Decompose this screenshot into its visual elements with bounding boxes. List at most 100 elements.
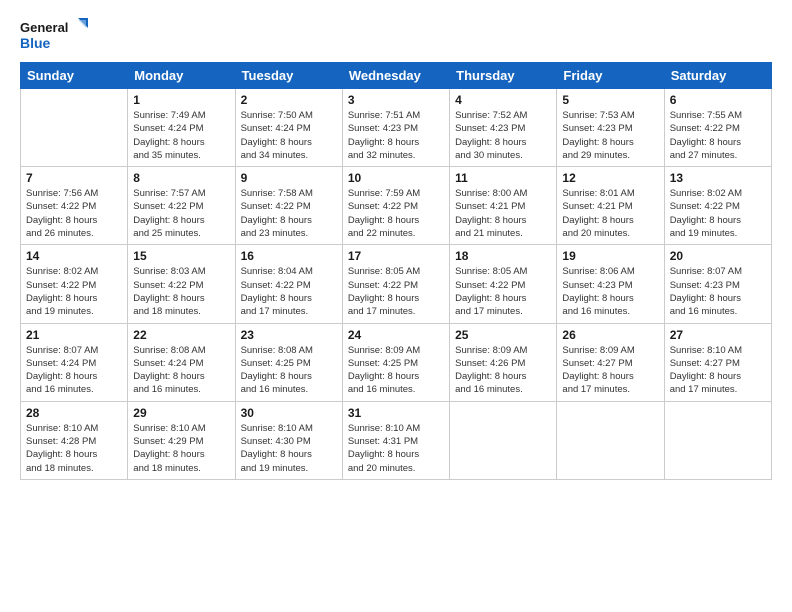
day-number: 13 — [670, 171, 766, 185]
day-number: 18 — [455, 249, 551, 263]
cell-content: Sunrise: 8:01 AM Sunset: 4:21 PM Dayligh… — [562, 187, 658, 240]
cell-content: Sunrise: 8:10 AM Sunset: 4:27 PM Dayligh… — [670, 344, 766, 397]
cell-content: Sunrise: 8:10 AM Sunset: 4:29 PM Dayligh… — [133, 422, 229, 475]
calendar-cell: 7 Sunrise: 7:56 AM Sunset: 4:22 PM Daylig… — [21, 167, 128, 245]
calendar-cell: 31 Sunrise: 8:10 AM Sunset: 4:31 PM Dayli… — [342, 401, 449, 479]
cell-content: Sunrise: 7:58 AM Sunset: 4:22 PM Dayligh… — [241, 187, 337, 240]
day-header-monday: Monday — [128, 63, 235, 89]
day-number: 9 — [241, 171, 337, 185]
calendar-week-4: 21 Sunrise: 8:07 AM Sunset: 4:24 PM Dayli… — [21, 323, 772, 401]
calendar-cell: 18 Sunrise: 8:05 AM Sunset: 4:22 PM Dayli… — [450, 245, 557, 323]
day-header-sunday: Sunday — [21, 63, 128, 89]
cell-content: Sunrise: 7:53 AM Sunset: 4:23 PM Dayligh… — [562, 109, 658, 162]
cell-content: Sunrise: 8:06 AM Sunset: 4:23 PM Dayligh… — [562, 265, 658, 318]
cell-content: Sunrise: 8:10 AM Sunset: 4:31 PM Dayligh… — [348, 422, 444, 475]
calendar-cell: 13 Sunrise: 8:02 AM Sunset: 4:22 PM Dayli… — [664, 167, 771, 245]
cell-content: Sunrise: 8:09 AM Sunset: 4:26 PM Dayligh… — [455, 344, 551, 397]
cell-content: Sunrise: 7:49 AM Sunset: 4:24 PM Dayligh… — [133, 109, 229, 162]
logo-svg: General Blue — [20, 16, 90, 54]
calendar-table: SundayMondayTuesdayWednesdayThursdayFrid… — [20, 62, 772, 480]
calendar-cell — [21, 89, 128, 167]
calendar-cell: 25 Sunrise: 8:09 AM Sunset: 4:26 PM Dayli… — [450, 323, 557, 401]
day-number: 8 — [133, 171, 229, 185]
header: General Blue — [20, 16, 772, 54]
calendar-cell: 17 Sunrise: 8:05 AM Sunset: 4:22 PM Dayli… — [342, 245, 449, 323]
calendar-cell: 22 Sunrise: 8:08 AM Sunset: 4:24 PM Dayli… — [128, 323, 235, 401]
calendar-cell: 24Sunrise: 8:09 AM Sunset: 4:25 PM Dayli… — [342, 323, 449, 401]
day-number: 6 — [670, 93, 766, 107]
cell-content: Sunrise: 7:57 AM Sunset: 4:22 PM Dayligh… — [133, 187, 229, 240]
cell-content: Sunrise: 8:00 AM Sunset: 4:21 PM Dayligh… — [455, 187, 551, 240]
calendar-cell: 20Sunrise: 8:07 AM Sunset: 4:23 PM Dayli… — [664, 245, 771, 323]
calendar-cell: 5 Sunrise: 7:53 AM Sunset: 4:23 PM Daylig… — [557, 89, 664, 167]
day-number: 7 — [26, 171, 122, 185]
day-number: 25 — [455, 328, 551, 342]
calendar-cell: 26Sunrise: 8:09 AM Sunset: 4:27 PM Dayli… — [557, 323, 664, 401]
cell-content: Sunrise: 8:08 AM Sunset: 4:24 PM Dayligh… — [133, 344, 229, 397]
day-header-tuesday: Tuesday — [235, 63, 342, 89]
day-number: 27 — [670, 328, 766, 342]
cell-content: Sunrise: 8:03 AM Sunset: 4:22 PM Dayligh… — [133, 265, 229, 318]
cell-content: Sunrise: 7:51 AM Sunset: 4:23 PM Dayligh… — [348, 109, 444, 162]
day-number: 4 — [455, 93, 551, 107]
calendar-cell: 8 Sunrise: 7:57 AM Sunset: 4:22 PM Daylig… — [128, 167, 235, 245]
svg-text:Blue: Blue — [20, 35, 51, 51]
calendar-cell: 14 Sunrise: 8:02 AM Sunset: 4:22 PM Dayli… — [21, 245, 128, 323]
cell-content: Sunrise: 8:09 AM Sunset: 4:27 PM Dayligh… — [562, 344, 658, 397]
cell-content: Sunrise: 7:55 AM Sunset: 4:22 PM Dayligh… — [670, 109, 766, 162]
calendar-cell: 2 Sunrise: 7:50 AM Sunset: 4:24 PM Daylig… — [235, 89, 342, 167]
day-number: 20 — [670, 249, 766, 263]
logo: General Blue — [20, 16, 90, 54]
day-number: 17 — [348, 249, 444, 263]
cell-content: Sunrise: 8:02 AM Sunset: 4:22 PM Dayligh… — [26, 265, 122, 318]
calendar-cell: 10 Sunrise: 7:59 AM Sunset: 4:22 PM Dayli… — [342, 167, 449, 245]
day-number: 24 — [348, 328, 444, 342]
calendar-cell: 19Sunrise: 8:06 AM Sunset: 4:23 PM Dayli… — [557, 245, 664, 323]
day-number: 2 — [241, 93, 337, 107]
day-number: 5 — [562, 93, 658, 107]
cell-content: Sunrise: 8:08 AM Sunset: 4:25 PM Dayligh… — [241, 344, 337, 397]
day-header-saturday: Saturday — [664, 63, 771, 89]
calendar-cell — [450, 401, 557, 479]
day-number: 14 — [26, 249, 122, 263]
calendar-cell: 3 Sunrise: 7:51 AM Sunset: 4:23 PM Daylig… — [342, 89, 449, 167]
calendar-cell: 30 Sunrise: 8:10 AM Sunset: 4:30 PM Dayli… — [235, 401, 342, 479]
calendar-week-3: 14 Sunrise: 8:02 AM Sunset: 4:22 PM Dayli… — [21, 245, 772, 323]
calendar-cell: 1 Sunrise: 7:49 AM Sunset: 4:24 PM Daylig… — [128, 89, 235, 167]
cell-content: Sunrise: 8:02 AM Sunset: 4:22 PM Dayligh… — [670, 187, 766, 240]
calendar-cell: 6 Sunrise: 7:55 AM Sunset: 4:22 PM Daylig… — [664, 89, 771, 167]
cell-content: Sunrise: 8:05 AM Sunset: 4:22 PM Dayligh… — [348, 265, 444, 318]
day-header-thursday: Thursday — [450, 63, 557, 89]
day-number: 10 — [348, 171, 444, 185]
calendar-cell: 23Sunrise: 8:08 AM Sunset: 4:25 PM Dayli… — [235, 323, 342, 401]
cell-content: Sunrise: 8:05 AM Sunset: 4:22 PM Dayligh… — [455, 265, 551, 318]
cell-content: Sunrise: 7:59 AM Sunset: 4:22 PM Dayligh… — [348, 187, 444, 240]
calendar-week-1: 1 Sunrise: 7:49 AM Sunset: 4:24 PM Daylig… — [21, 89, 772, 167]
day-number: 15 — [133, 249, 229, 263]
day-header-wednesday: Wednesday — [342, 63, 449, 89]
day-number: 30 — [241, 406, 337, 420]
calendar-cell: 11Sunrise: 8:00 AM Sunset: 4:21 PM Dayli… — [450, 167, 557, 245]
cell-content: Sunrise: 8:07 AM Sunset: 4:24 PM Dayligh… — [26, 344, 122, 397]
svg-text:General: General — [20, 20, 68, 35]
calendar-cell: 16Sunrise: 8:04 AM Sunset: 4:22 PM Dayli… — [235, 245, 342, 323]
calendar-cell: 28Sunrise: 8:10 AM Sunset: 4:28 PM Dayli… — [21, 401, 128, 479]
calendar-cell: 21 Sunrise: 8:07 AM Sunset: 4:24 PM Dayli… — [21, 323, 128, 401]
cell-content: Sunrise: 7:56 AM Sunset: 4:22 PM Dayligh… — [26, 187, 122, 240]
calendar-cell — [557, 401, 664, 479]
calendar-week-5: 28Sunrise: 8:10 AM Sunset: 4:28 PM Dayli… — [21, 401, 772, 479]
day-number: 22 — [133, 328, 229, 342]
cell-content: Sunrise: 8:10 AM Sunset: 4:30 PM Dayligh… — [241, 422, 337, 475]
day-number: 31 — [348, 406, 444, 420]
day-number: 3 — [348, 93, 444, 107]
cell-content: Sunrise: 7:52 AM Sunset: 4:23 PM Dayligh… — [455, 109, 551, 162]
calendar-cell: 29Sunrise: 8:10 AM Sunset: 4:29 PM Dayli… — [128, 401, 235, 479]
day-number: 21 — [26, 328, 122, 342]
day-number: 16 — [241, 249, 337, 263]
day-number: 12 — [562, 171, 658, 185]
calendar-cell: 4 Sunrise: 7:52 AM Sunset: 4:23 PM Daylig… — [450, 89, 557, 167]
day-number: 1 — [133, 93, 229, 107]
cell-content: Sunrise: 7:50 AM Sunset: 4:24 PM Dayligh… — [241, 109, 337, 162]
calendar-week-2: 7 Sunrise: 7:56 AM Sunset: 4:22 PM Daylig… — [21, 167, 772, 245]
calendar-cell: 9 Sunrise: 7:58 AM Sunset: 4:22 PM Daylig… — [235, 167, 342, 245]
